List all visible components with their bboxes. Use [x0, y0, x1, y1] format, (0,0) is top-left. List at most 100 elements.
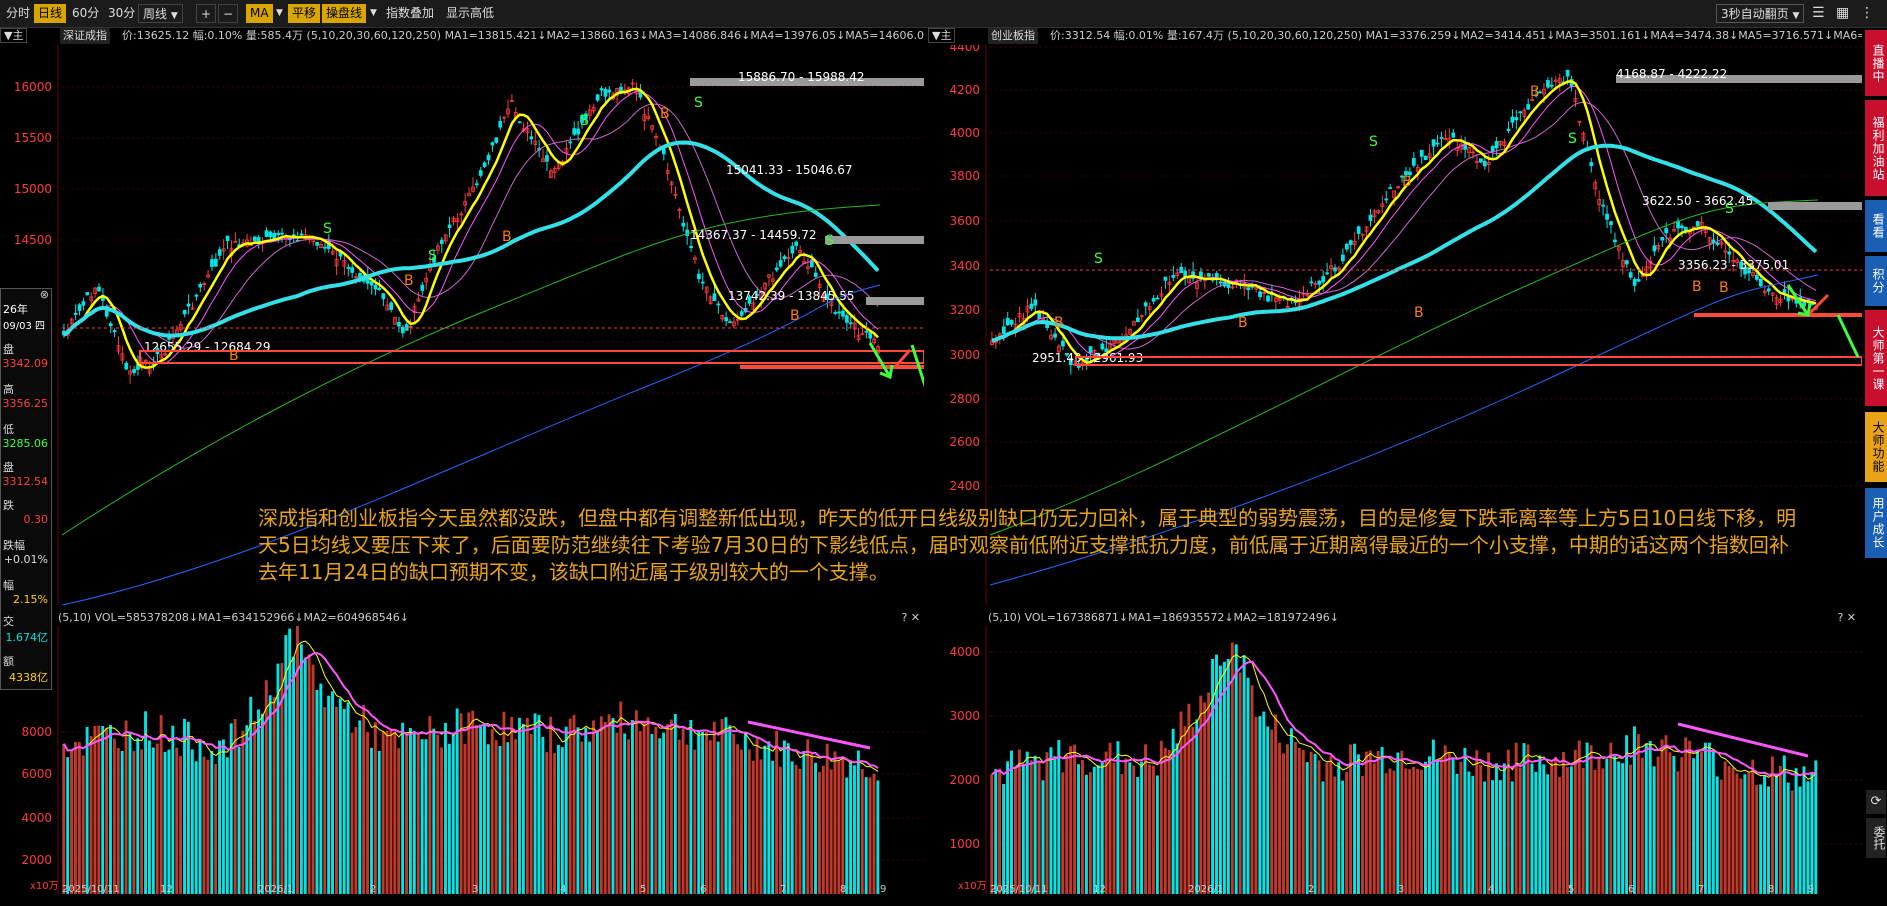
volume-bar	[120, 751, 124, 894]
side-tab-0[interactable]: 直播中	[1865, 30, 1887, 96]
volume-bar	[327, 695, 331, 894]
volume-bar	[1443, 745, 1447, 894]
side-tab-5[interactable]: 大师功能	[1865, 412, 1887, 482]
volume-bar	[525, 718, 529, 894]
side-tab-3[interactable]: 积分	[1865, 256, 1887, 306]
grid-view-icon[interactable]: ▦	[1832, 4, 1853, 23]
more-icon[interactable]: ⋮	[1856, 4, 1878, 23]
tab-daily[interactable]: 日线	[34, 4, 67, 23]
candle	[700, 281, 705, 284]
volume-bar	[1262, 711, 1266, 894]
candle	[482, 162, 487, 167]
trade-line-dropdown-icon[interactable]: ▼	[366, 4, 381, 23]
volume-bar	[132, 750, 136, 894]
candle	[1755, 274, 1759, 280]
info-close-icon[interactable]: ⊗	[40, 288, 49, 301]
volume-bar	[186, 721, 190, 894]
volume-bar	[190, 749, 194, 894]
volume-bar	[1017, 749, 1021, 894]
trend-arrow	[893, 349, 912, 368]
volume-bar	[1132, 765, 1136, 894]
volume-bar	[1558, 777, 1562, 894]
candle	[697, 273, 701, 280]
volume-bar	[1278, 742, 1282, 894]
candle	[381, 293, 386, 300]
volume-bar	[128, 732, 132, 894]
volume-bar	[463, 743, 467, 894]
volume-bar	[1636, 734, 1640, 894]
left-volume-pane[interactable]: 8000 6000 4000 2000 x10万 2025/10/11 12 2026/1 2 3…	[0, 626, 924, 894]
show-high-low-button[interactable]: 显示高低	[442, 4, 498, 23]
side-tab-2[interactable]: 看看	[1865, 200, 1887, 252]
add-button[interactable]: +	[196, 4, 217, 23]
volume-bar	[272, 696, 276, 894]
volume-bar	[1526, 744, 1530, 894]
price-annotation: 15041.33 - 15046.67	[726, 163, 852, 177]
buy-marker: B	[1054, 315, 1064, 331]
volume-bar	[743, 731, 747, 894]
entrust-button[interactable]: 委托	[1866, 818, 1886, 858]
minus-button[interactable]: −	[218, 4, 239, 23]
tab-30min[interactable]: 30分	[104, 4, 139, 23]
side-tab-1[interactable]: 福利加油站	[1865, 100, 1887, 196]
y-tick-label: 2400	[949, 479, 980, 493]
volume-bar	[412, 730, 416, 894]
volume-bar	[732, 734, 736, 894]
volume-bar	[1108, 742, 1112, 894]
volume-bar	[494, 740, 498, 894]
right-volume-pane[interactable]: 4000 3000 2000 1000 x10万 2025/10/11 12 2026/1 2 3…	[928, 626, 1862, 894]
volume-bar	[1246, 677, 1250, 894]
index-overlay-button[interactable]: 指数叠加	[382, 4, 438, 23]
candle	[603, 88, 608, 97]
y-tick-label: 2600	[949, 435, 980, 449]
tab-60min[interactable]: 60分	[68, 4, 103, 23]
tab-intraday[interactable]: 分时	[2, 4, 34, 23]
candle	[1782, 289, 1787, 293]
volume-bar	[424, 739, 428, 894]
volume-bar	[1506, 749, 1510, 894]
candle	[1206, 273, 1211, 277]
volume-bar	[385, 730, 389, 894]
volume-bar	[572, 715, 576, 894]
list-view-icon[interactable]: ☰	[1808, 4, 1829, 23]
right-main-menu[interactable]: ▼主	[928, 28, 956, 43]
tab-weekly[interactable]: 周线 ▼	[138, 4, 183, 23]
volume-bar	[1451, 759, 1455, 894]
volume-bar	[194, 761, 198, 894]
volume-bar	[1006, 761, 1010, 894]
ma-button[interactable]: MA	[246, 4, 273, 23]
candle	[1624, 260, 1629, 265]
refresh-icon[interactable]: ⟳	[1866, 790, 1886, 814]
candle	[712, 293, 717, 301]
ma5-line	[991, 80, 1817, 364]
volume-bar	[845, 777, 849, 894]
candle	[568, 141, 573, 144]
volume-bar	[1802, 766, 1806, 894]
volume-bar	[1577, 740, 1581, 894]
auto-page-select[interactable]: 3秒自动翻页 ▼	[1716, 4, 1804, 23]
side-tab-6[interactable]: 用户成长	[1865, 488, 1887, 558]
volume-bar	[627, 739, 631, 894]
volume-bar	[97, 725, 101, 894]
commentary-line-3: 去年11月24日的缺口预期不变，该缺口附近属于级别较大的一个支撑。	[258, 560, 889, 584]
trade-line-button[interactable]: 操盘线	[322, 4, 367, 23]
volume-bar	[1581, 767, 1585, 894]
candle	[1589, 162, 1594, 167]
pan-button[interactable]: 平移	[288, 4, 321, 23]
y-tick-label: 15500	[14, 131, 52, 145]
side-tab-4[interactable]: 大师第一课	[1865, 310, 1887, 406]
candle	[389, 302, 393, 310]
volume-bar	[109, 724, 112, 894]
left-volume-close-icon[interactable]: ? ✕	[901, 610, 920, 626]
volume-bar	[1767, 786, 1770, 894]
candle	[1695, 221, 1700, 227]
right-volume-close-icon[interactable]: ? ✕	[1837, 610, 1856, 626]
buy-marker: B	[1719, 280, 1729, 296]
left-main-menu[interactable]: ▼主	[0, 28, 28, 43]
ma-dropdown-icon[interactable]: ▼	[272, 4, 287, 23]
candle	[182, 309, 187, 315]
x-axis-label: 2	[370, 884, 376, 894]
volume-bar	[817, 771, 821, 894]
volume-bar	[1349, 744, 1353, 894]
volume-bar	[451, 734, 455, 894]
